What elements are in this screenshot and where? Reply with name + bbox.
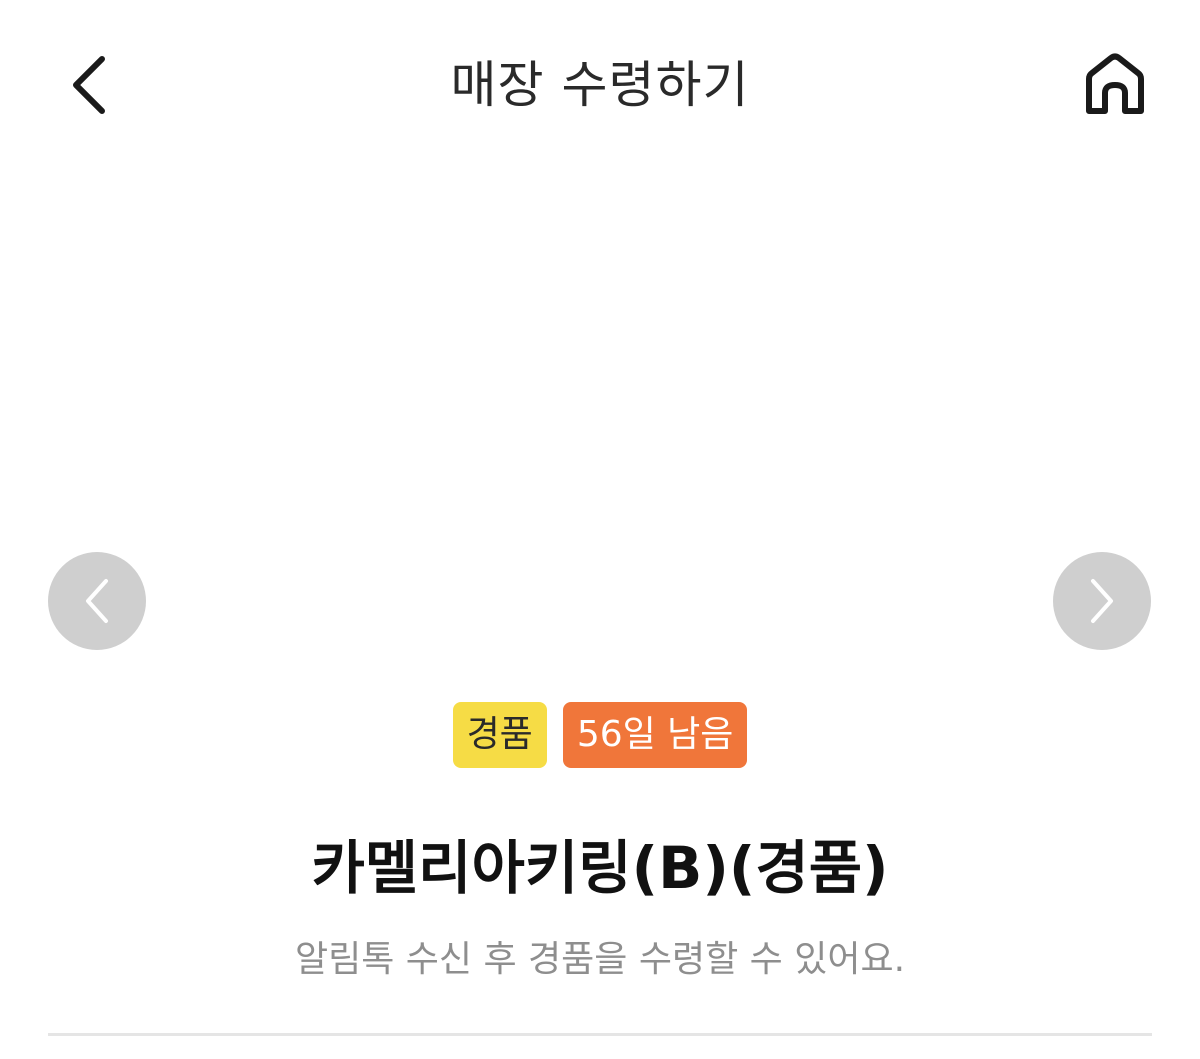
carousel-next-button[interactable] bbox=[1053, 552, 1151, 650]
carousel-prev-button[interactable] bbox=[48, 552, 146, 650]
divider bbox=[48, 1033, 1152, 1036]
top-bar: 매장 수령하기 bbox=[0, 0, 1200, 170]
product-name: 카멜리아키링(B)(경품) bbox=[311, 834, 889, 902]
page-title: 매장 수령하기 bbox=[450, 56, 750, 114]
pickup-notice: 알림톡 수신 후 경품을 수령할 수 있어요. bbox=[294, 939, 906, 980]
product-badges: 경품 56일 남음 bbox=[0, 702, 1200, 770]
home-icon bbox=[1086, 53, 1144, 114]
product-image-carousel[interactable] bbox=[0, 170, 1200, 670]
chevron-left-icon bbox=[73, 56, 105, 114]
chevron-right-icon bbox=[1091, 579, 1113, 623]
gift-badge: 경품 bbox=[452, 702, 547, 768]
chevron-left-icon bbox=[86, 579, 108, 623]
back-button[interactable] bbox=[50, 40, 130, 130]
home-button[interactable] bbox=[1070, 40, 1160, 130]
days-left-badge: 56일 남음 bbox=[562, 702, 748, 768]
